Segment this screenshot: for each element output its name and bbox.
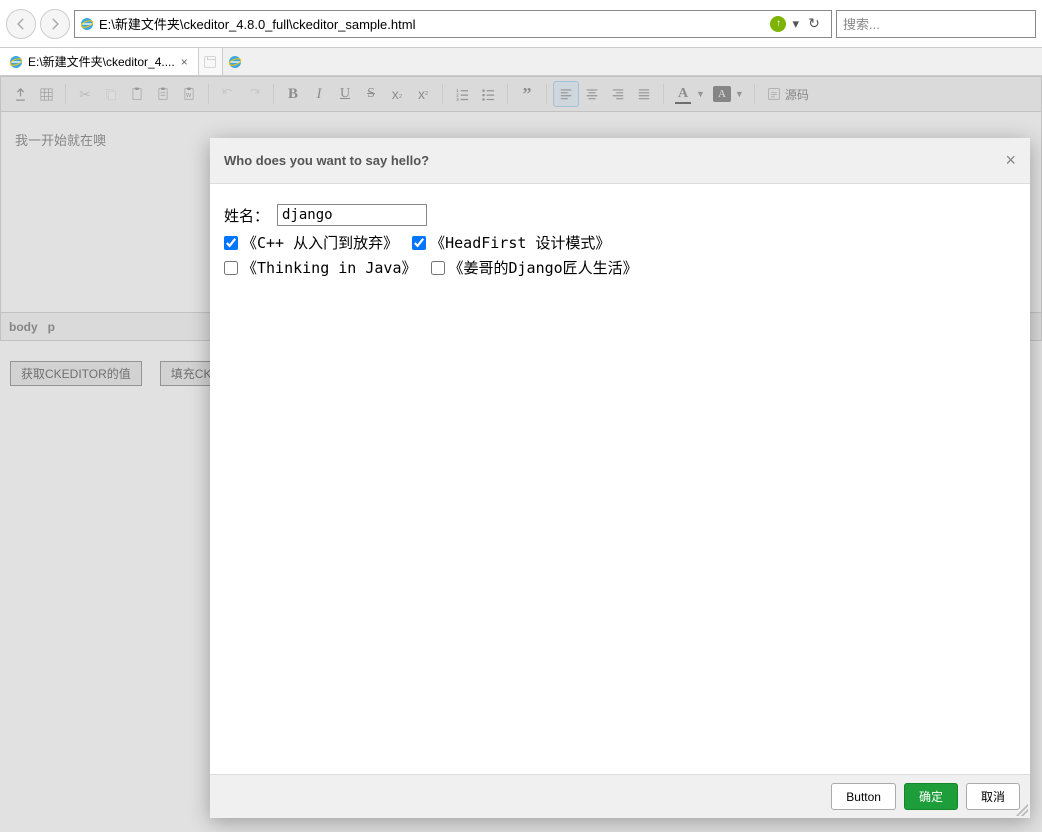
- ie-icon: [8, 54, 24, 70]
- resize-grip-icon[interactable]: [1016, 804, 1028, 816]
- book-label: 《C++ 从入门到放弃》: [242, 232, 398, 253]
- compat-icon[interactable]: ↑: [770, 16, 786, 32]
- dropdown-icon[interactable]: ▾: [792, 16, 799, 32]
- new-tab-button[interactable]: [199, 48, 223, 75]
- dialog-cancel-button[interactable]: 取消: [966, 783, 1020, 810]
- dialog-ok-button[interactable]: 确定: [904, 783, 958, 810]
- browser-search-input[interactable]: 搜索...: [836, 10, 1036, 38]
- book-label: 《HeadFirst 设计模式》: [430, 232, 610, 253]
- book-checkbox-django[interactable]: [431, 261, 445, 275]
- dialog-footer: Button 确定 取消: [210, 774, 1030, 818]
- refresh-button[interactable]: ↻: [805, 15, 823, 32]
- ie-tab-icon[interactable]: [223, 48, 247, 75]
- address-bar[interactable]: E:\新建文件夹\ckeditor_4.8.0_full\ckeditor_sa…: [74, 10, 832, 38]
- url-text: E:\新建文件夹\ckeditor_4.8.0_full\ckeditor_sa…: [99, 14, 766, 33]
- name-input[interactable]: [277, 204, 427, 226]
- book-checkbox-headfirst[interactable]: [412, 236, 426, 250]
- book-checkbox-cpp[interactable]: [224, 236, 238, 250]
- dialog-title-bar: Who does you want to say hello? ×: [210, 138, 1030, 184]
- dialog: Who does you want to say hello? × 姓名： 《C…: [210, 138, 1030, 818]
- name-label: 姓名：: [224, 205, 269, 226]
- tab-close-button[interactable]: ×: [179, 55, 190, 69]
- book-label: 《Thinking in Java》: [242, 257, 417, 278]
- search-placeholder: 搜索...: [843, 14, 880, 33]
- dialog-button-generic[interactable]: Button: [831, 783, 896, 810]
- forward-button[interactable]: [40, 9, 70, 39]
- browser-tab[interactable]: E:\新建文件夹\ckeditor_4.... ×: [0, 48, 199, 75]
- ie-icon: [79, 16, 95, 32]
- dialog-title: Who does you want to say hello?: [224, 153, 429, 168]
- book-checkbox-java[interactable]: [224, 261, 238, 275]
- browser-nav-bar: E:\新建文件夹\ckeditor_4.8.0_full\ckeditor_sa…: [0, 0, 1042, 48]
- dialog-body: 姓名： 《C++ 从入门到放弃》 《HeadFirst 设计模式》 《Think…: [210, 184, 1030, 774]
- tab-title: E:\新建文件夹\ckeditor_4....: [28, 53, 175, 70]
- tab-strip: E:\新建文件夹\ckeditor_4.... ×: [0, 48, 1042, 76]
- dialog-close-button[interactable]: ×: [1005, 150, 1016, 171]
- book-label: 《姜哥的Django匠人生活》: [449, 257, 638, 278]
- back-button[interactable]: [6, 9, 36, 39]
